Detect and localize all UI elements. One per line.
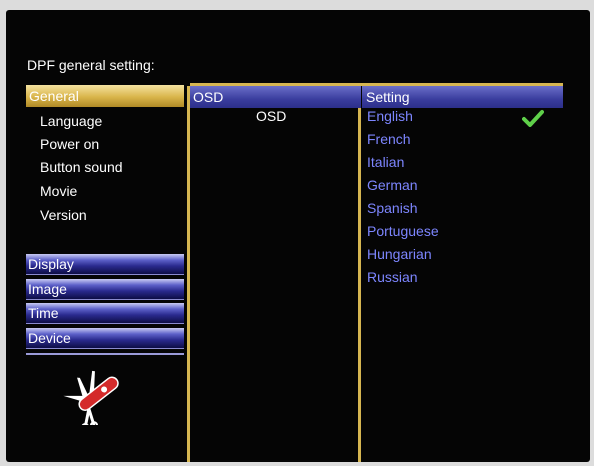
option-portuguese[interactable]: Portuguese [367,223,439,239]
osd-current-value: OSD [256,108,287,124]
page-title: DPF general setting: [27,57,155,73]
swiss-knife-icon [62,365,132,432]
osd-column-header: OSD [190,86,361,108]
category-time[interactable]: Time [26,303,184,324]
osd-screen: DPF general setting: General Language Po… [6,10,590,462]
option-russian[interactable]: Russian [367,269,418,285]
checkmark-icon [522,109,544,132]
option-spanish[interactable]: Spanish [367,200,418,216]
menu-item-language[interactable]: Language [40,113,102,129]
setting-column-header: Setting [362,86,563,108]
category-image[interactable]: Image [26,279,184,300]
option-english[interactable]: English [367,108,413,124]
option-italian[interactable]: Italian [367,154,404,170]
category-device[interactable]: Device [26,328,184,349]
category-general[interactable]: General [26,85,184,107]
left-menu-panel: General Language Power on Button sound M… [26,83,184,462]
option-german[interactable]: German [367,177,418,193]
column-divider-left [187,86,190,462]
option-hungarian[interactable]: Hungarian [367,246,432,262]
menu-divider [26,353,184,355]
menu-item-button-sound[interactable]: Button sound [40,159,123,175]
option-french[interactable]: French [367,131,411,147]
column-divider-right [358,86,361,462]
menu-item-version[interactable]: Version [40,207,87,223]
menu-item-power-on[interactable]: Power on [40,136,99,152]
category-display[interactable]: Display [26,254,184,275]
menu-item-movie[interactable]: Movie [40,183,77,199]
